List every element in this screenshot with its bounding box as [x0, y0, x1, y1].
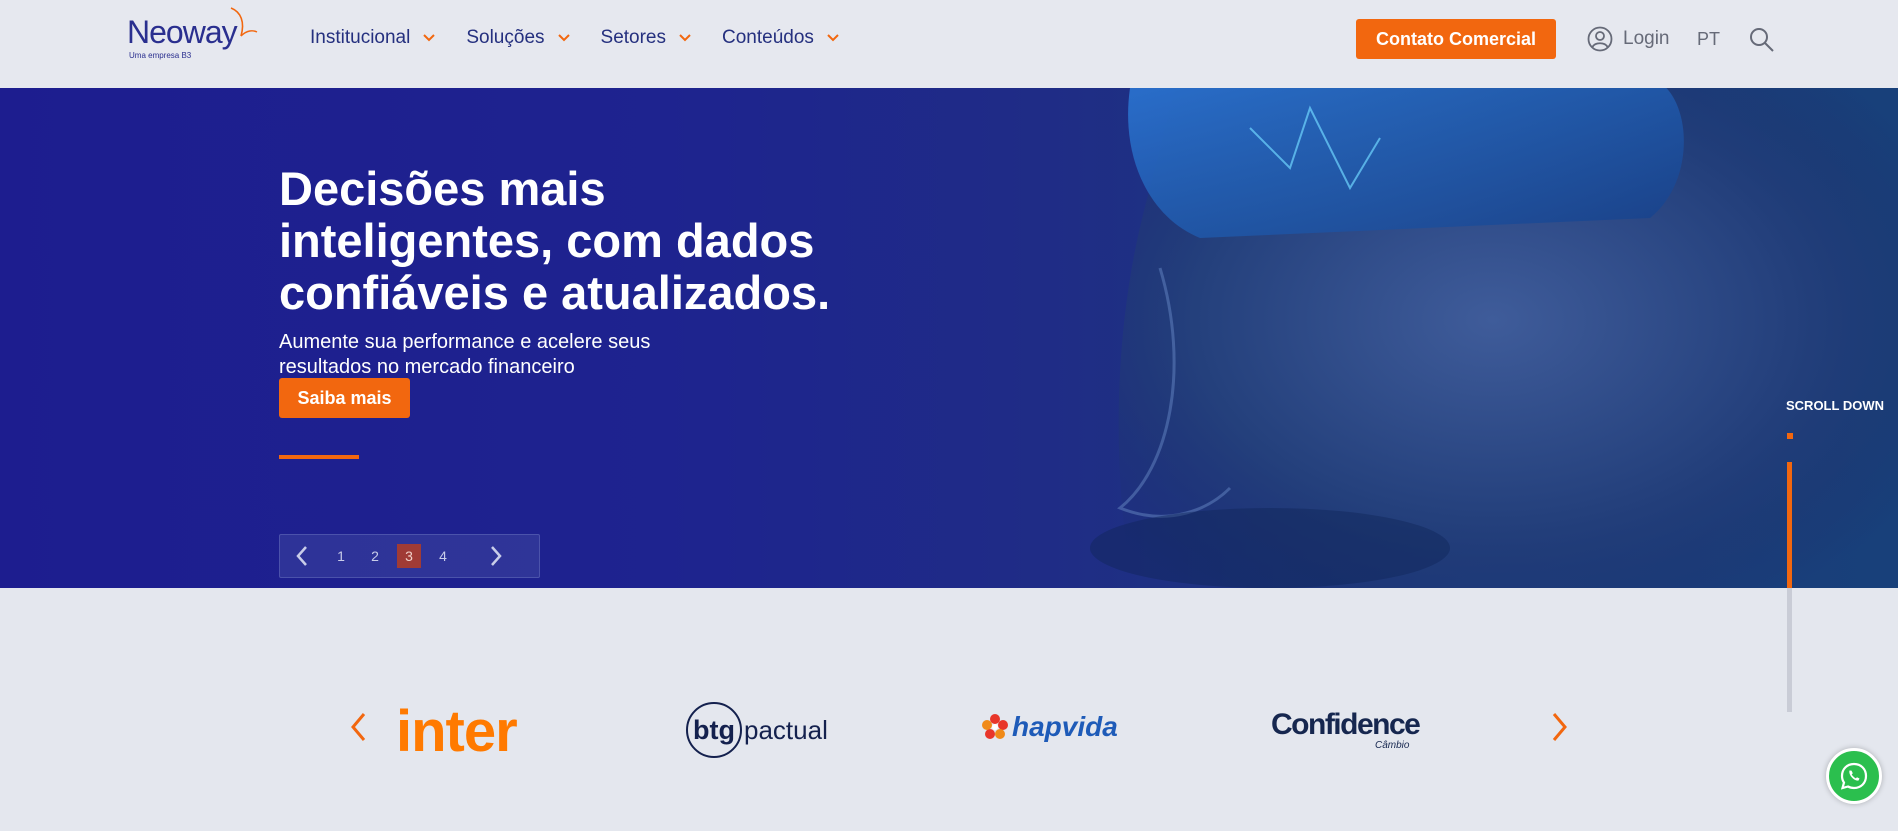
nav-label: Setores — [600, 27, 666, 48]
confidence-wordmark: Confidence — [1271, 708, 1421, 741]
btg-wordmark: pactual — [744, 714, 828, 745]
main-nav: Institucional Soluções Setores Conteúdos — [310, 27, 870, 49]
pager-page-3[interactable]: 3 — [397, 544, 421, 568]
scroll-progress-fill — [1787, 462, 1792, 588]
nav-item-solucoes[interactable]: Soluções — [466, 27, 570, 49]
whatsapp-chat-button[interactable] — [1826, 748, 1882, 804]
nav-label: Institucional — [310, 27, 411, 48]
nav-item-setores[interactable]: Setores — [601, 27, 692, 49]
slider-pager: 1 2 3 4 — [279, 534, 540, 578]
login-label: Login — [1623, 28, 1670, 49]
chevron-down-icon — [423, 34, 436, 42]
logo-subtitle: Uma empresa B3 — [129, 51, 192, 60]
partner-logo-inter: inter — [396, 699, 518, 764]
login-link[interactable]: Login — [1587, 26, 1670, 52]
chevron-left-icon — [296, 546, 307, 566]
hero-banner: Decisões mais inteligentes, com dados co… — [0, 88, 1898, 588]
scroll-indicator-dot — [1787, 433, 1793, 439]
partner-logo-confidence: Confidence Câmbio — [1271, 708, 1421, 751]
partners-next-arrow[interactable] — [1550, 711, 1570, 743]
partner-logo-hapvida: hapvida — [980, 711, 1118, 743]
language-selector[interactable]: PT — [1697, 29, 1720, 50]
partners-carousel: inter btg pactual hapvida Confidence Câm… — [0, 588, 1898, 831]
nav-label: Conteúdos — [722, 27, 814, 48]
hero-accent-line — [279, 455, 359, 459]
scroll-down-label[interactable]: SCROLL DOWN — [1786, 398, 1884, 413]
logo-wordmark: Neoway — [127, 14, 238, 50]
chevron-down-icon — [557, 34, 570, 42]
search-icon[interactable] — [1748, 26, 1776, 54]
nav-item-conteudos[interactable]: Conteúdos — [722, 27, 840, 49]
contato-comercial-button[interactable]: Contato Comercial — [1356, 19, 1556, 59]
site-header: Neoway Uma empresa B3 Institucional Solu… — [0, 0, 1898, 88]
hero-subtitle: Aumente sua performance e acelere seus r… — [279, 331, 651, 378]
saiba-mais-button[interactable]: Saiba mais — [279, 378, 410, 418]
partner-logo-btg-pactual: btg pactual — [686, 702, 828, 758]
pager-page-4[interactable]: 4 — [431, 544, 455, 568]
user-circle-icon — [1587, 26, 1613, 52]
logo-swoosh-icon — [230, 7, 258, 37]
nav-label: Soluções — [466, 27, 545, 48]
confidence-subtitle: Câmbio — [1375, 740, 1410, 751]
pager-prev-button[interactable] — [280, 535, 324, 577]
partners-prev-arrow[interactable] — [348, 711, 368, 743]
pager-page-2[interactable]: 2 — [363, 544, 387, 568]
pager-next-button[interactable] — [474, 535, 518, 577]
hapvida-flower-icon — [982, 714, 1008, 739]
chevron-right-icon — [491, 546, 502, 566]
chevron-down-icon — [679, 34, 691, 42]
nav-item-institucional[interactable]: Institucional — [310, 27, 436, 49]
neoway-logo[interactable]: Neoway Uma empresa B3 — [127, 7, 267, 64]
whatsapp-icon — [1840, 762, 1868, 790]
pager-page-1[interactable]: 1 — [329, 544, 353, 568]
chevron-down-icon — [827, 34, 839, 42]
btg-mark: btg — [686, 702, 742, 758]
hapvida-wordmark: hapvida — [1012, 711, 1118, 742]
hero-title: Decisões mais inteligentes, com dados co… — [279, 162, 831, 320]
hero-face-image — [1090, 88, 1898, 588]
